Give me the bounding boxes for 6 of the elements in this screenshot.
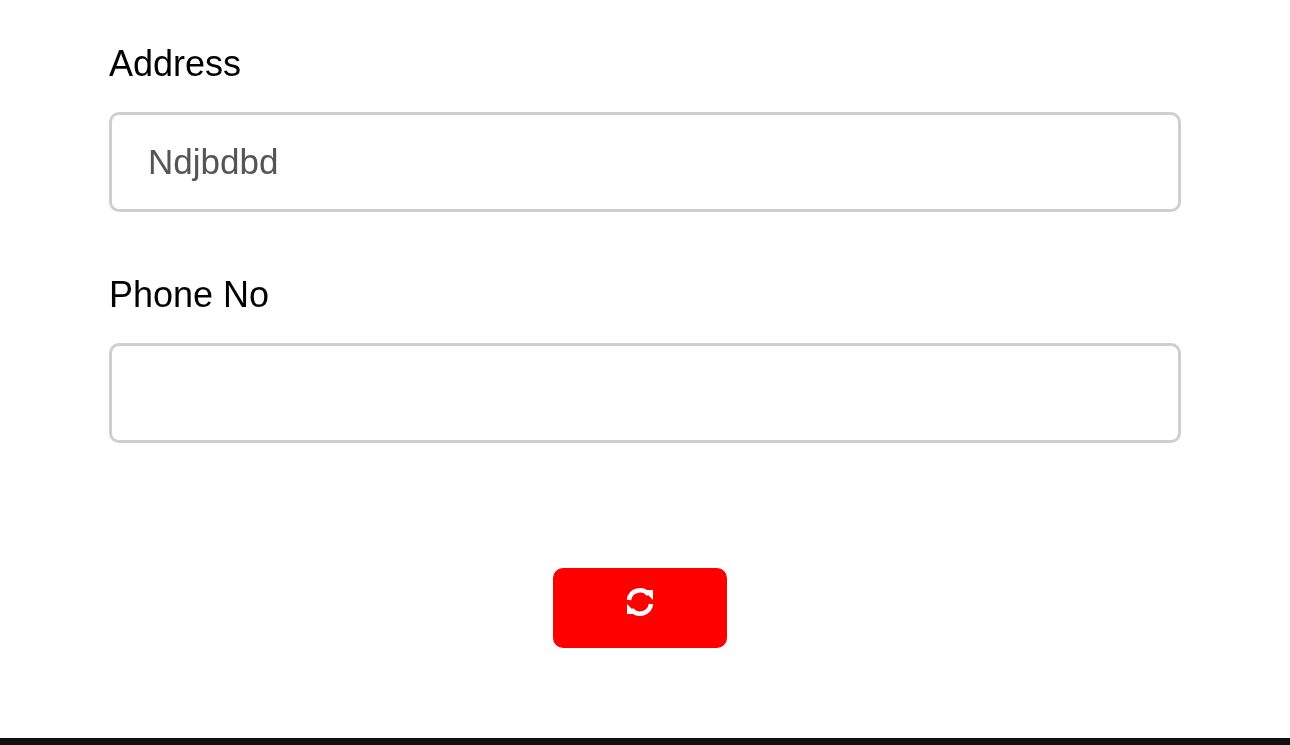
input-field[interactable]: Ndjbdbd [109,112,1181,212]
refresh-button[interactable] [553,568,727,648]
field-label: Address [109,44,242,84]
refresh-icon [624,586,656,618]
field-label: Phone No [109,275,270,315]
input-field[interactable] [109,343,1181,443]
